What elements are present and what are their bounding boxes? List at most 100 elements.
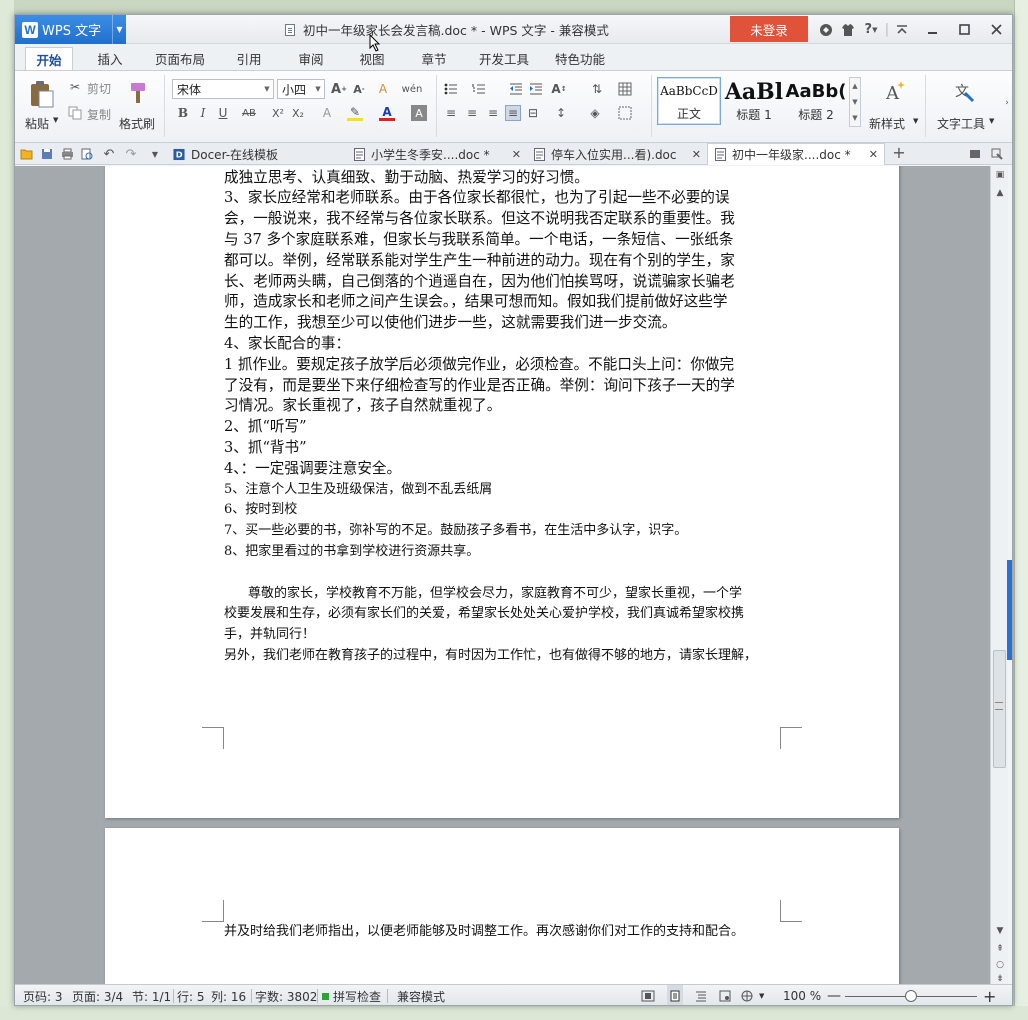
bold-icon[interactable]: B <box>175 105 191 121</box>
zoom-slider-knob[interactable] <box>905 990 917 1002</box>
minimize-button[interactable] <box>916 15 948 44</box>
zoom-out-icon[interactable]: — <box>827 985 841 1005</box>
paragraph-line[interactable]: 师，造成家长和老师之间产生误会。，结果可想而知。假如我们提前做好这些学 <box>224 292 780 313</box>
paragraph-line[interactable]: 1 抓作业。要规定孩子放学后必须做完作业，必须检查。不能口头上问：你做完 <box>224 355 780 376</box>
subscript-icon[interactable]: X₂ <box>290 105 306 121</box>
grow-font-icon[interactable]: A + <box>331 81 347 97</box>
status-row[interactable]: 行: 5 <box>177 985 205 1005</box>
paragraph-line[interactable]: 2、抓“听写” <box>224 417 780 438</box>
paragraph-line[interactable]: 习情况。家长重视了，孩子自然就重视了。 <box>224 396 780 417</box>
align-center-icon[interactable]: ≡ <box>464 105 480 121</box>
customize-toolbar-icon[interactable]: ▼ <box>147 146 163 162</box>
page-body-text[interactable]: 他事情的好习惯。另外，在日常的学习生活中，家长承担的最主要的职责不是陪读，不是代… <box>224 166 780 667</box>
shading-icon[interactable]: ◈ <box>587 105 603 121</box>
doc-tab-parking[interactable]: 停车入位实用...看).doc ✕ <box>527 143 707 165</box>
clear-format-icon[interactable]: A <box>375 81 391 97</box>
status-word-count[interactable]: 字数: 3802 <box>255 985 317 1005</box>
full-screen-view-icon[interactable] <box>641 985 655 1005</box>
zoom-level[interactable]: 100 % <box>783 985 821 1005</box>
page-3[interactable]: 他事情的好习惯。另外，在日常的学习生活中，家长承担的最主要的职责不是陪读，不是代… <box>105 166 899 818</box>
text-direction-icon[interactable]: A ↕ <box>551 81 567 97</box>
skin-shirt-icon[interactable] <box>837 15 859 44</box>
close-tab-icon[interactable]: ✕ <box>869 148 878 161</box>
new-style-dropdown-icon[interactable]: ▼ <box>913 117 918 125</box>
tab-chapter[interactable]: 章节 <box>410 47 458 70</box>
chevron-down-icon[interactable]: ▼ <box>852 98 857 106</box>
document-canvas[interactable]: 他事情的好习惯。另外，在日常的学习生活中，家长承担的最主要的职责不是陪读，不是代… <box>15 166 990 984</box>
status-page[interactable]: 页面: 3/4 <box>72 985 123 1005</box>
style-heading-2[interactable]: AaBb( 标题 2 <box>785 77 847 125</box>
collapse-ribbon-icon[interactable] <box>891 15 913 44</box>
justify-icon[interactable]: ≡ <box>505 105 521 121</box>
paste-button[interactable]: 粘贴 ▼ <box>21 77 63 137</box>
paragraph-line[interactable]: 另外，我们老师在教育孩子的过程中，有时因为工作忙，也有做得不够的地方，请家长理解… <box>224 646 780 667</box>
paragraph-line[interactable]: 4、：一定强调要注意安全。 <box>224 459 780 480</box>
zoom-in-icon[interactable]: + <box>983 985 996 1006</box>
paragraph-line[interactable]: 尊敬的家长，学校教育不万能，但学校会尽力，家庭教育不可少，望家长重视，一个学 <box>224 584 780 605</box>
maximize-button[interactable] <box>948 15 980 44</box>
paragraph-line[interactable]: 长、老师两头瞒，自己倒落的个逍遥自在，因为他们怕挨骂呀，说谎骗家长骗老 <box>224 272 780 293</box>
font-color-icon[interactable]: A <box>379 105 395 121</box>
tab-insert[interactable]: 插入 <box>85 47 135 70</box>
paragraph-line[interactable]: 了没有，而是要坐下来仔细检查写的作业是否正确。举例：询问下孩子一天的学 <box>224 376 780 397</box>
redo-icon[interactable]: ↷ <box>123 146 139 162</box>
tab-developer[interactable]: 开发工具 <box>473 47 535 70</box>
highlight-icon[interactable]: ✎ <box>347 105 363 121</box>
page-4-body-text[interactable]: 并及时给我们老师指出，以便老师能够及时调整工作。再次感谢你们对工作的支持和配合。 <box>224 922 780 943</box>
italic-icon[interactable]: I <box>195 105 211 121</box>
outline-view-icon[interactable] <box>695 985 707 1005</box>
doc-tab-parent-meeting-speech[interactable]: 初中一年级家....doc * ✕ <box>707 143 885 165</box>
cut-icon[interactable]: ✂ <box>67 79 83 95</box>
page-4[interactable]: 并及时给我们老师指出，以便老师能够及时调整工作。再次感谢你们对工作的支持和配合。 <box>105 828 899 984</box>
paragraph-line[interactable]: 8、把家里看过的书拿到学校进行资源共享。 <box>224 542 780 563</box>
help-button[interactable]: ? ▼ <box>859 15 883 44</box>
increase-indent-icon[interactable] <box>528 81 544 97</box>
new-tab-icon[interactable]: + <box>891 143 907 162</box>
font-size-select[interactable]: 小四 ▼ <box>277 79 325 99</box>
style-gallery-scroll[interactable]: ▲ ▼ ▼ <box>849 77 861 127</box>
paragraph-line[interactable]: 手，并轨同行！ <box>224 625 780 646</box>
distribute-icon[interactable]: ⊟ <box>525 105 541 121</box>
line-spacing-icon[interactable]: ↕ <box>553 105 569 121</box>
tab-home[interactable]: 开始 <box>25 47 73 70</box>
select-browse-object-icon[interactable]: ○ <box>993 958 1007 972</box>
paragraph-line[interactable]: 生的工作，我想至少可以使他们进步一些，这就需要我们进一步交流。 <box>224 313 780 334</box>
doc-tab-docer[interactable]: D Docer-在线模板 <box>167 143 343 165</box>
text-effect-icon[interactable]: A <box>319 105 335 121</box>
login-button[interactable]: 未登录 <box>730 16 808 42</box>
previous-page-icon[interactable]: ⇞ <box>993 942 1007 956</box>
table-insert-icon[interactable] <box>617 81 633 97</box>
copy-icon[interactable] <box>67 105 83 121</box>
character-shading-icon[interactable]: A <box>411 105 427 121</box>
font-name-select[interactable]: 宋体 ▼ <box>172 79 274 99</box>
scroll-down-icon[interactable]: ▼ <box>993 924 1007 938</box>
numbered-list-icon[interactable] <box>471 81 487 97</box>
format-painter-button[interactable]: 格式刷 <box>119 77 157 137</box>
status-compat-mode[interactable]: 兼容模式 <box>397 985 445 1005</box>
tab-menu-icon[interactable] <box>989 146 1005 162</box>
side-panel-collapse-tab[interactable] <box>1007 560 1012 660</box>
text-tools-button[interactable]: 文 文字工具 ▼ <box>933 77 997 137</box>
borders-icon[interactable] <box>617 105 633 121</box>
save-icon[interactable] <box>39 146 55 162</box>
phonetic-guide-icon[interactable]: wén <box>399 81 425 97</box>
paragraph-line[interactable]: 与 37 多个家庭联系难，但家长与我联系简单。一个电话，一条短信、一张纸条 <box>224 230 780 251</box>
app-menu-dropdown-icon[interactable]: ▼ <box>112 15 126 44</box>
paragraph-line[interactable] <box>224 563 780 584</box>
doc-tab-winter-safety[interactable]: 小学生冬季安....doc * ✕ <box>347 143 527 165</box>
vertical-scrollbar[interactable]: ▣ ▲ ▼ ⇞ ○ ⇟ <box>990 166 1008 984</box>
paragraph-line[interactable]: 3、家长应经常和老师联系。由于各位家长都很忙，也为了引起一些不必要的误 <box>224 188 780 209</box>
zoom-page-icon[interactable]: ▣ <box>993 168 1007 182</box>
status-page-code[interactable]: 页码: 3 <box>23 985 63 1005</box>
status-section[interactable]: 节: 1/1 <box>132 985 171 1005</box>
copy-label[interactable]: 复制 <box>87 106 111 123</box>
print-icon[interactable] <box>59 146 75 162</box>
open-folder-icon[interactable] <box>19 146 35 162</box>
wps-app-menu-button[interactable]: W WPS 文字 ▼ <box>15 15 126 44</box>
superscript-icon[interactable]: X² <box>270 105 286 121</box>
paragraph-line[interactable]: 都可以。举例，经常联系能对学生产生一种前进的动力。现在有个别的学生，家 <box>224 251 780 272</box>
close-tab-icon[interactable]: ✕ <box>692 148 701 161</box>
new-style-button[interactable]: A 新样式 ▼ <box>867 77 919 137</box>
sort-icon[interactable]: ⇅ <box>589 81 605 97</box>
view-options-dropdown-icon[interactable]: ▼ <box>759 985 764 1005</box>
